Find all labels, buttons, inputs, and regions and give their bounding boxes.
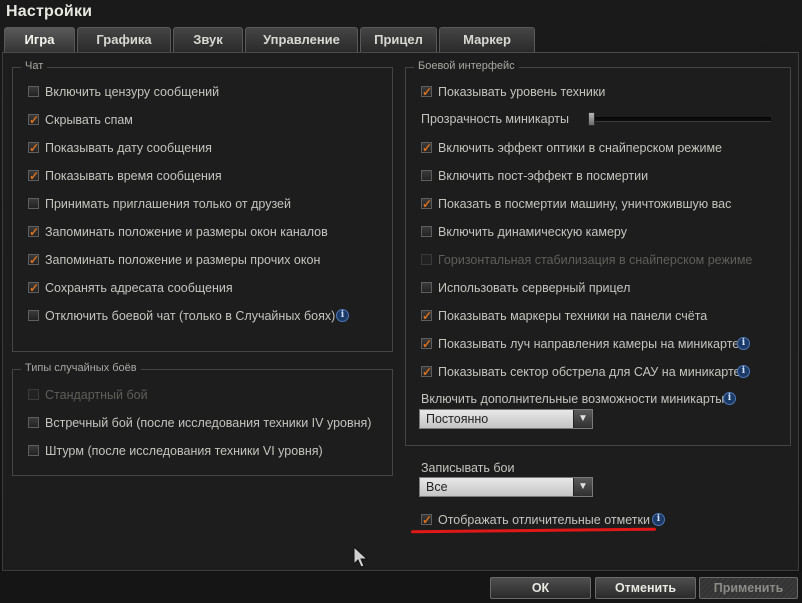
tab-marker[interactable]: Маркер xyxy=(439,27,535,52)
info-icon[interactable]: i xyxy=(737,337,750,350)
tab-graphics[interactable]: Графика xyxy=(77,27,171,52)
checkbox-label: Включить динамическую камеру xyxy=(438,225,627,239)
checkbox-label: Включить пост-эффект в посмертии xyxy=(438,169,649,183)
record-replays-label: Записывать бои xyxy=(421,461,515,475)
record-replays-dropdown[interactable]: Все ▼ xyxy=(419,477,593,497)
checkbox[interactable] xyxy=(421,140,432,156)
chevron-down-icon: ▼ xyxy=(573,410,592,428)
checkbox-label: Показывать уровень техники xyxy=(438,85,606,99)
info-icon[interactable]: i xyxy=(723,392,736,405)
checkbox xyxy=(28,389,39,400)
checkbox[interactable] xyxy=(28,310,39,321)
checkbox[interactable] xyxy=(28,112,39,128)
checkbox-label: Показать в посмертии машину, уничтожившу… xyxy=(438,197,732,211)
checkbox[interactable] xyxy=(28,198,39,209)
checkbox-label: Встречный бой (после исследования техник… xyxy=(45,416,372,430)
checkbox-label: Показывать сектор обстрела для САУ на ми… xyxy=(438,365,741,379)
minimap-extra-label-text: Включить дополнительные возможности мини… xyxy=(421,392,725,406)
checkbox-label: Скрывать спам xyxy=(45,113,133,127)
info-icon[interactable]: i xyxy=(652,513,665,526)
checkbox[interactable] xyxy=(421,226,432,237)
tab-crosshair[interactable]: Прицел xyxy=(360,27,437,52)
checkbox[interactable] xyxy=(421,336,432,352)
checkbox[interactable] xyxy=(421,170,432,181)
checkbox-label: Показывать время сообщения xyxy=(45,169,222,183)
checkbox xyxy=(421,254,432,265)
checkbox[interactable] xyxy=(28,417,39,428)
tab-game[interactable]: Игра xyxy=(4,27,75,53)
checkbox[interactable] xyxy=(28,445,39,456)
checkbox[interactable] xyxy=(421,364,432,380)
info-icon[interactable]: i xyxy=(737,365,750,378)
checkbox[interactable] xyxy=(28,168,39,184)
checkbox-label: Использовать серверный прицел xyxy=(438,281,631,295)
checkbox[interactable] xyxy=(421,512,432,528)
record-replays-dropdown-value: Все xyxy=(426,480,448,494)
tab-sound[interactable]: Звук xyxy=(173,27,243,52)
chevron-down-icon: ▼ xyxy=(573,478,592,496)
checkbox-label: Включить цензуру сообщений xyxy=(45,85,220,99)
window-title: Настройки xyxy=(6,3,93,20)
checkbox[interactable] xyxy=(28,86,39,97)
checkbox-label: Показывать луч направления камеры на мин… xyxy=(438,337,740,351)
battle-types-group-label: Типы случайных боёв xyxy=(21,362,141,374)
checkbox-label: Показывать дату сообщения xyxy=(45,141,212,155)
cancel-button[interactable]: Отменить xyxy=(595,577,696,599)
checkbox[interactable] xyxy=(28,280,39,296)
checkbox-label: Запоминать положение и размеры прочих ок… xyxy=(45,253,321,267)
checkbox-label: Отображать отличительные отметки xyxy=(438,513,650,527)
checkbox-label: Штурм (после исследования техники VI уро… xyxy=(45,444,323,458)
checkbox[interactable] xyxy=(28,224,39,240)
apply-button[interactable]: Применить xyxy=(699,577,798,599)
minimap-extra-dropdown[interactable]: Постоянно ▼ xyxy=(419,409,593,429)
checkbox-label: Принимать приглашения только от друзей xyxy=(45,197,291,211)
checkbox-label: Стандартный бой xyxy=(45,388,148,402)
checkbox[interactable] xyxy=(28,252,39,268)
minimap-opacity-label: Прозрачность миникарты xyxy=(421,112,569,126)
minimap-opacity-slider-handle[interactable] xyxy=(588,112,595,126)
tab-controls[interactable]: Управление xyxy=(245,27,358,52)
checkbox-label: Показывать маркеры техники на панели счё… xyxy=(438,309,708,323)
checkbox[interactable] xyxy=(421,282,432,293)
minimap-extra-label: Включить дополнительные возможности мини… xyxy=(421,392,724,406)
checkbox[interactable] xyxy=(421,84,432,100)
checkbox-label: Включить эффект оптики в снайперском реж… xyxy=(438,141,723,155)
ok-button[interactable]: ОК xyxy=(490,577,591,599)
chat-group-label: Чат xyxy=(21,60,48,72)
settings-window: Настройки Игра Графика Звук Управление П… xyxy=(0,0,802,603)
checkbox[interactable] xyxy=(421,196,432,212)
checkbox-label: Горизонтальная стабилизация в снайперско… xyxy=(438,253,753,267)
checkbox[interactable] xyxy=(421,308,432,324)
checkbox-label: Отключить боевой чат (только в Случайных… xyxy=(45,309,336,323)
checkbox-label: Запоминать положение и размеры окон кана… xyxy=(45,225,328,239)
minimap-opacity-slider[interactable] xyxy=(588,117,771,122)
minimap-extra-dropdown-value: Постоянно xyxy=(426,412,489,426)
info-icon[interactable]: i xyxy=(336,309,349,322)
checkbox[interactable] xyxy=(28,140,39,156)
checkbox-label: Сохранять адресата сообщения xyxy=(45,281,233,295)
mouse-cursor-icon xyxy=(353,546,369,568)
battle-ui-group-label: Боевой интерфейс xyxy=(414,60,519,72)
